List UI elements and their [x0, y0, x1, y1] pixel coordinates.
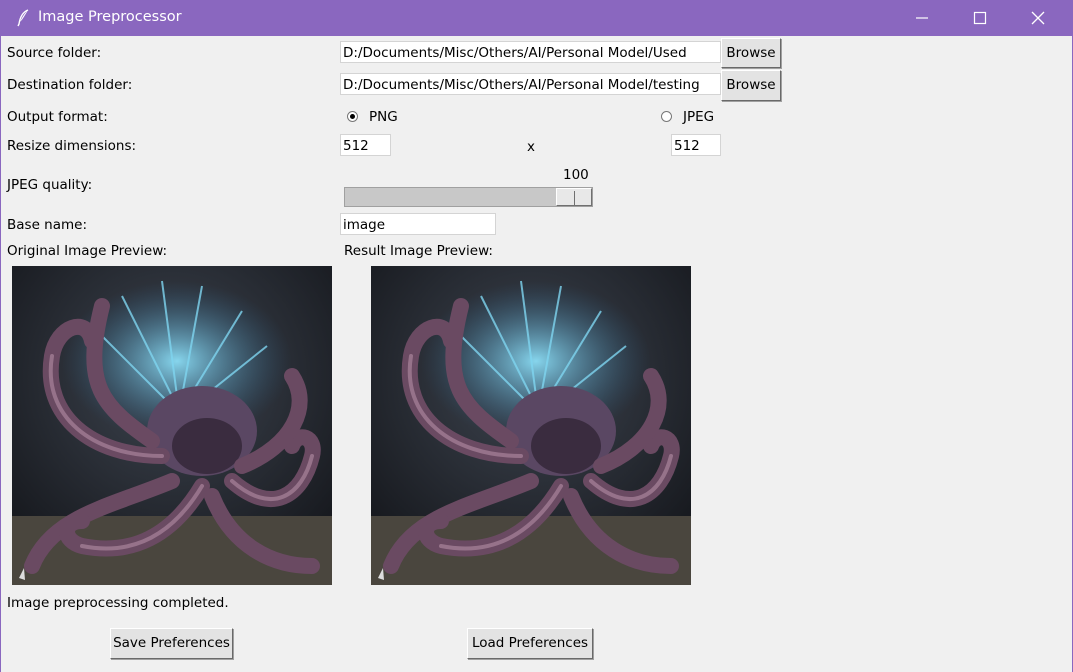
resize-dimensions-label: Resize dimensions:	[7, 138, 137, 154]
destination-folder-input[interactable]: D:/Documents/Misc/Others/AI/Personal Mod…	[340, 73, 721, 95]
save-preferences-button[interactable]: Save Preferences	[110, 628, 233, 659]
quality-slider[interactable]	[344, 187, 593, 207]
dimension-separator: x	[527, 139, 535, 155]
source-browse-button[interactable]: Browse	[721, 38, 781, 68]
height-input[interactable]: 512	[671, 134, 721, 156]
slider-thumb-ridge	[574, 191, 575, 205]
original-preview-label: Original Image Preview:	[7, 243, 168, 259]
maximize-button[interactable]	[951, 0, 1009, 36]
png-radio[interactable]	[347, 111, 358, 122]
base-name-label: Base name:	[7, 217, 87, 233]
creature-artwork	[12, 266, 332, 585]
creature-artwork	[371, 266, 691, 585]
destination-browse-button[interactable]: Browse	[721, 70, 781, 101]
png-radio-label[interactable]: PNG	[369, 108, 398, 126]
output-format-label: Output format:	[7, 109, 108, 125]
window-title: Image Preprocessor	[38, 9, 182, 25]
original-image-preview	[12, 266, 332, 585]
close-button[interactable]	[1009, 0, 1067, 36]
load-preferences-button[interactable]: Load Preferences	[467, 628, 593, 659]
close-icon	[1031, 11, 1045, 25]
result-preview-label: Result Image Preview:	[344, 243, 493, 259]
jpeg-radio[interactable]	[661, 111, 672, 122]
radio-selected-dot	[350, 114, 355, 119]
status-message: Image preprocessing completed.	[7, 595, 229, 611]
quality-value-label: 100	[563, 167, 589, 183]
minimize-icon	[916, 17, 928, 19]
jpeg-quality-label: JPEG quality:	[7, 177, 93, 193]
minimize-button[interactable]	[893, 0, 951, 36]
app-window: Source folder: D:/Documents/Misc/Others/…	[0, 36, 1073, 672]
feather-icon	[17, 9, 29, 27]
width-input[interactable]: 512	[340, 134, 391, 156]
title-bar: Image Preprocessor	[0, 0, 1073, 36]
jpeg-radio-label[interactable]: JPEG	[683, 108, 714, 126]
maximize-icon	[973, 11, 987, 25]
quality-slider-thumb[interactable]	[556, 188, 592, 206]
base-name-input[interactable]: image	[340, 213, 496, 235]
source-folder-label: Source folder:	[7, 45, 102, 61]
destination-folder-label: Destination folder:	[7, 77, 133, 93]
source-folder-input[interactable]: D:/Documents/Misc/Others/AI/Personal Mod…	[340, 41, 721, 63]
result-image-preview	[371, 266, 691, 585]
